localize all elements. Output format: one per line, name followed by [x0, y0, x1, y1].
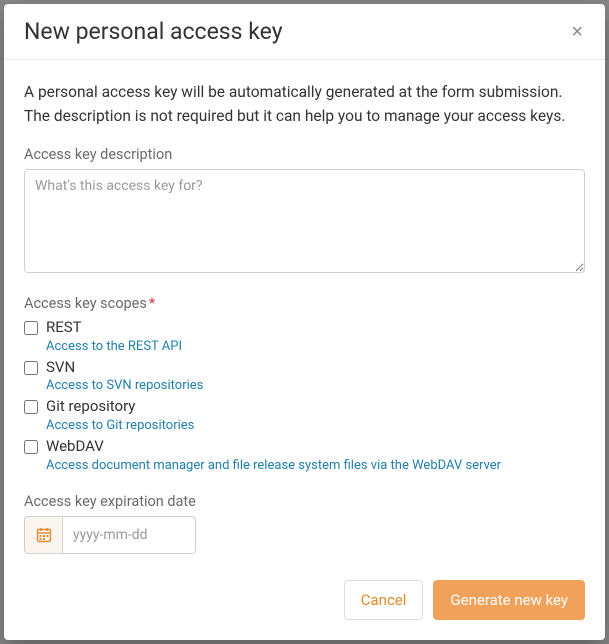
expiration-section: Access key expiration date The key will … [24, 493, 585, 566]
expiration-date-input[interactable] [62, 516, 196, 554]
modal-header: New personal access key × [4, 4, 605, 60]
modal-new-access-key: New personal access key × A personal acc… [4, 4, 605, 640]
date-input-group [24, 516, 196, 554]
scope-svn-checkbox[interactable] [24, 361, 38, 375]
scope-name: REST [46, 318, 585, 338]
modal-body: A personal access key will be automatica… [4, 60, 605, 566]
modal-title: New personal access key [24, 18, 283, 45]
scope-rest-checkbox[interactable] [24, 321, 38, 335]
scope-webdav: WebDAV Access document manager and file … [24, 437, 585, 475]
generate-key-button[interactable]: Generate new key [433, 580, 585, 620]
close-button[interactable]: × [569, 22, 585, 42]
scope-desc: Access to Git repositories [46, 417, 585, 435]
scope-body: Git repository Access to Git repositorie… [46, 397, 585, 435]
required-marker: * [149, 295, 155, 312]
scope-git: Git repository Access to Git repositorie… [24, 397, 585, 435]
description-label: Access key description [24, 146, 585, 163]
scope-name: SVN [46, 358, 585, 378]
scope-git-checkbox[interactable] [24, 400, 38, 414]
calendar-icon[interactable] [24, 516, 62, 554]
scopes-label-text: Access key scopes [24, 295, 147, 312]
description-input[interactable] [24, 169, 585, 273]
scope-desc: Access document manager and file release… [46, 457, 585, 475]
modal-footer: Cancel Generate new key [4, 566, 605, 640]
scopes-label: Access key scopes* [24, 295, 585, 312]
cancel-button[interactable]: Cancel [344, 580, 424, 620]
intro-text: A personal access key will be automatica… [24, 80, 585, 128]
close-icon: × [571, 21, 583, 43]
scope-desc: Access to SVN repositories [46, 377, 585, 395]
scope-body: REST Access to the REST API [46, 318, 585, 356]
description-section: Access key description [24, 146, 585, 277]
scope-body: WebDAV Access document manager and file … [46, 437, 585, 475]
scope-name: Git repository [46, 397, 585, 417]
scope-desc: Access to the REST API [46, 338, 585, 356]
scope-webdav-checkbox[interactable] [24, 440, 38, 454]
scopes-section: Access key scopes* REST Access to the RE… [24, 295, 585, 475]
scope-rest: REST Access to the REST API [24, 318, 585, 356]
scope-svn: SVN Access to SVN repositories [24, 358, 585, 396]
scope-body: SVN Access to SVN repositories [46, 358, 585, 396]
expiration-label: Access key expiration date [24, 493, 585, 510]
scope-name: WebDAV [46, 437, 585, 457]
